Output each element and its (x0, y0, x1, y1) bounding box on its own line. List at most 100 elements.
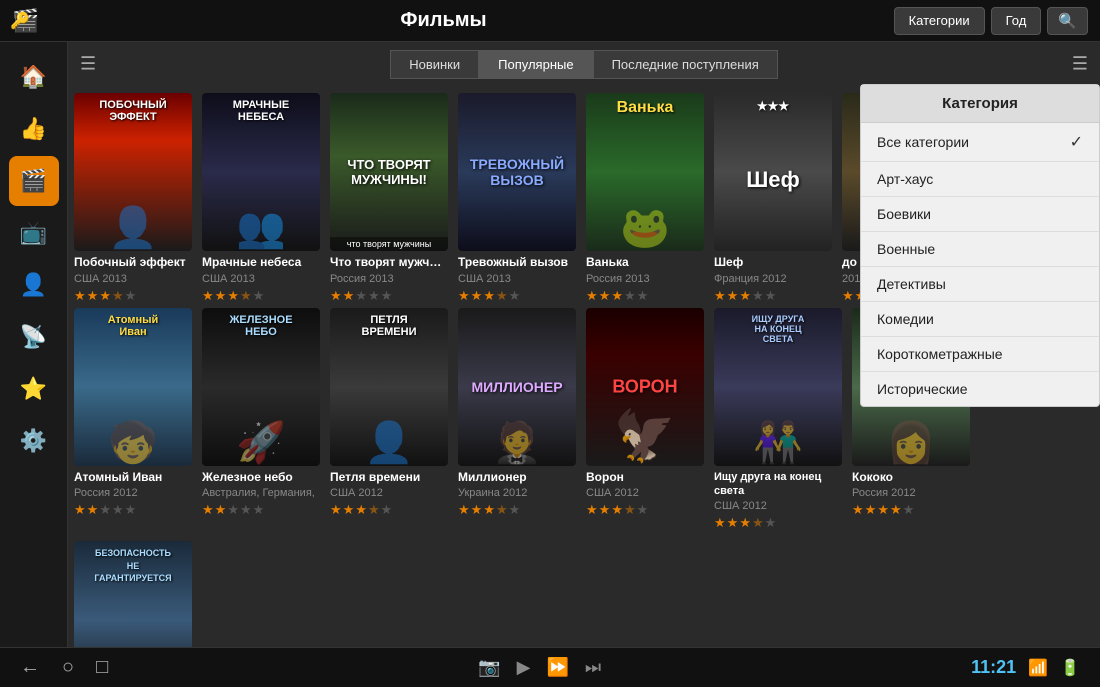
movie-stars-10: ★★★★★ (330, 502, 448, 518)
movie-poster-4: ТРЕВОЖНЫЙВЫЗОВ (458, 93, 576, 251)
dropdown-item-comedy[interactable]: Комедии (861, 302, 1099, 337)
sidebar-item-movies[interactable]: 🎬 (9, 156, 59, 206)
filter-left-icon[interactable]: ☰ (80, 53, 96, 74)
tab-latest[interactable]: Последние поступления (593, 50, 778, 79)
check-icon: ✓ (1070, 132, 1083, 152)
app-title: Фильмы (0, 9, 894, 32)
movie-meta-2: США 2013 (202, 273, 320, 285)
movie-card-10[interactable]: ПЕТЛЯВРЕМЕНИ 👤 Петля времени США 2012 ★★… (330, 308, 448, 532)
movie-card-11[interactable]: МИЛЛИОНЕР 🤵 Миллионер Украина 2012 ★★★★★ (458, 308, 576, 532)
bottom-nav: ← ○ □ (20, 656, 108, 679)
movie-poster-5: Ванька 🐸 (586, 93, 704, 251)
movie-stars-3: ★★★★★ (330, 288, 448, 304)
movie-stars-6: ★★★★★ (714, 288, 832, 304)
movie-stars-2: ★★★★★ (202, 288, 320, 304)
movie-stars-1: ★★★★★ (74, 288, 192, 304)
dropdown-item-arthouse[interactable]: Арт-хаус (861, 162, 1099, 197)
movie-poster-6: ★★★ Шеф (714, 93, 832, 251)
dropdown-item-all[interactable]: Все категории ✓ (861, 123, 1099, 162)
movie-card-9[interactable]: ЖЕЛЕЗНОЕНЕБО 🚀 Железное небо Австралия, … (202, 308, 320, 532)
movie-poster-9: ЖЕЛЕЗНОЕНЕБО 🚀 (202, 308, 320, 466)
wifi-icon: 📶 (1028, 658, 1048, 678)
dropdown-item-action[interactable]: Боевики (861, 197, 1099, 232)
movie-stars-5: ★★★★★ (586, 288, 704, 304)
categories-button[interactable]: Категории (894, 7, 985, 35)
movie-title-14: Кококо (852, 470, 970, 486)
key-icon: 🔑 (10, 11, 30, 31)
movie-title-11: Миллионер (458, 470, 576, 486)
filter-right-icon[interactable]: ☰ (1072, 53, 1088, 74)
top-action-buttons: Категории Год 🔍 (894, 7, 1088, 35)
bottom-right: 11:21 📶 🔋 (971, 657, 1080, 678)
movie-meta-13: США 2012 (714, 500, 842, 512)
movie-title-12: Ворон (586, 470, 704, 486)
movie-poster-3: ЧТО ТВОРЯТМУЖЧИНЫ! что творят мужчины (330, 93, 448, 251)
dropdown-item-war[interactable]: Военные (861, 232, 1099, 267)
sidebar-item-profile[interactable]: 👤 (9, 260, 59, 310)
movie-stars-12: ★★★★★ (586, 502, 704, 518)
movie-poster-10: ПЕТЛЯВРЕМЕНИ 👤 (330, 308, 448, 466)
movie-title-10: Петля времени (330, 470, 448, 486)
movie-meta-9: Австралия, Германия, (202, 487, 320, 499)
movie-card-15[interactable]: БЕЗОПАСНОСТЬНЕГАРАНТИРУЕТСЯ 👥 Безопаснос… (74, 541, 192, 647)
movie-stars-13: ★★★★★ (714, 515, 842, 531)
home-nav-icon[interactable]: ○ (62, 656, 74, 679)
sidebar-item-series[interactable]: 📺 (9, 208, 59, 258)
tab-popular[interactable]: Популярные (479, 50, 592, 79)
movie-title-6: Шеф (714, 255, 832, 271)
sidebar-item-settings[interactable]: ⚙️ (9, 416, 59, 466)
dropdown-header: Категория (861, 85, 1099, 123)
movie-poster-15: БЕЗОПАСНОСТЬНЕГАРАНТИРУЕТСЯ 👥 (74, 541, 192, 647)
sidebar-item-live[interactable]: 📡 (9, 312, 59, 362)
movie-card-3[interactable]: ЧТО ТВОРЯТМУЖЧИНЫ! что творят мужчины Чт… (330, 93, 448, 304)
movie-card-1[interactable]: ПОБОЧНЫЙЭФФЕКТ 👤 Побочный эффект США 201… (74, 93, 192, 304)
dropdown-item-detective[interactable]: Детективы (861, 267, 1099, 302)
movie-poster-11: МИЛЛИОНЕР 🤵 (458, 308, 576, 466)
movie-stars-14: ★★★★★ (852, 502, 970, 518)
movie-card-8[interactable]: АтомныйИван 🧒 Атомный Иван Россия 2012 ★… (74, 308, 192, 532)
movie-poster-2: МРАЧНЫЕНЕБЕСА 👥 (202, 93, 320, 251)
battery-icon: 🔋 (1060, 658, 1080, 678)
movie-title-13: Ищу друга на конец света (714, 470, 842, 499)
play-icon[interactable]: ▶ (517, 657, 531, 678)
year-button[interactable]: Год (991, 7, 1042, 35)
search-button[interactable]: 🔍 (1047, 7, 1088, 35)
back-nav-icon[interactable]: ← (20, 656, 40, 679)
movie-stars-8: ★★★★★ (74, 502, 192, 518)
sidebar-item-home[interactable]: 🏠 (9, 52, 59, 102)
movie-title-2: Мрачные небеса (202, 255, 320, 271)
movie-meta-14: Россия 2012 (852, 487, 970, 499)
category-dropdown: Категория Все категории ✓ Арт-хаус Боеви… (860, 84, 1100, 407)
tab-new[interactable]: Новинки (390, 50, 479, 79)
movie-stars-4: ★★★★★ (458, 288, 576, 304)
movie-title-3: Что творят мужчины! (330, 255, 448, 271)
movie-card-4[interactable]: ТРЕВОЖНЫЙВЫЗОВ Тревожный вызов США 2013 … (458, 93, 576, 304)
sidebar: 🏠 👍 🎬 📺 👤 📡 ⭐ ⚙️ (0, 42, 68, 647)
movie-meta-1: США 2013 (74, 273, 192, 285)
movie-meta-5: Россия 2013 (586, 273, 704, 285)
movie-title-4: Тревожный вызов (458, 255, 576, 271)
camera-icon[interactable]: 📷 (478, 657, 500, 678)
tabs-bar: ☰ Новинки Популярные Последние поступлен… (68, 42, 1100, 85)
movie-poster-12: ВОРОН 🦅 (586, 308, 704, 466)
movie-card-13[interactable]: ИЩУ ДРУГАНА КОНЕЦСВЕТА 👫 Ищу друга на ко… (714, 308, 842, 532)
recent-nav-icon[interactable]: □ (96, 656, 108, 679)
fast-forward-icon[interactable]: ⏩ (546, 657, 568, 678)
movie-poster-13: ИЩУ ДРУГАНА КОНЕЦСВЕТА 👫 (714, 308, 842, 466)
movie-meta-6: Франция 2012 (714, 273, 832, 285)
movie-card-2[interactable]: МРАЧНЫЕНЕБЕСА 👥 Мрачные небеса США 2013 … (202, 93, 320, 304)
top-bar: 🔑 🎬 Фильмы Категории Год 🔍 (0, 0, 1100, 42)
sidebar-item-stars[interactable]: ⭐ (9, 364, 59, 414)
clock-display: 11:21 (971, 657, 1016, 678)
main-content: ☰ Новинки Популярные Последние поступлен… (68, 42, 1100, 647)
movie-title-9: Железное небо (202, 470, 320, 486)
movie-meta-3: Россия 2013 (330, 273, 448, 285)
dropdown-item-short[interactable]: Короткометражные (861, 337, 1099, 372)
movie-card-6[interactable]: ★★★ Шеф Шеф Франция 2012 ★★★★★ (714, 93, 832, 304)
movie-card-12[interactable]: ВОРОН 🦅 Ворон США 2012 ★★★★★ (586, 308, 704, 532)
movie-title-1: Побочный эффект (74, 255, 192, 271)
sidebar-item-favorites[interactable]: 👍 (9, 104, 59, 154)
dropdown-item-historical[interactable]: Исторические (861, 372, 1099, 406)
movie-card-5[interactable]: Ванька 🐸 Ванька Россия 2013 ★★★★★ (586, 93, 704, 304)
skip-icon[interactable]: ⏭ (585, 657, 601, 678)
